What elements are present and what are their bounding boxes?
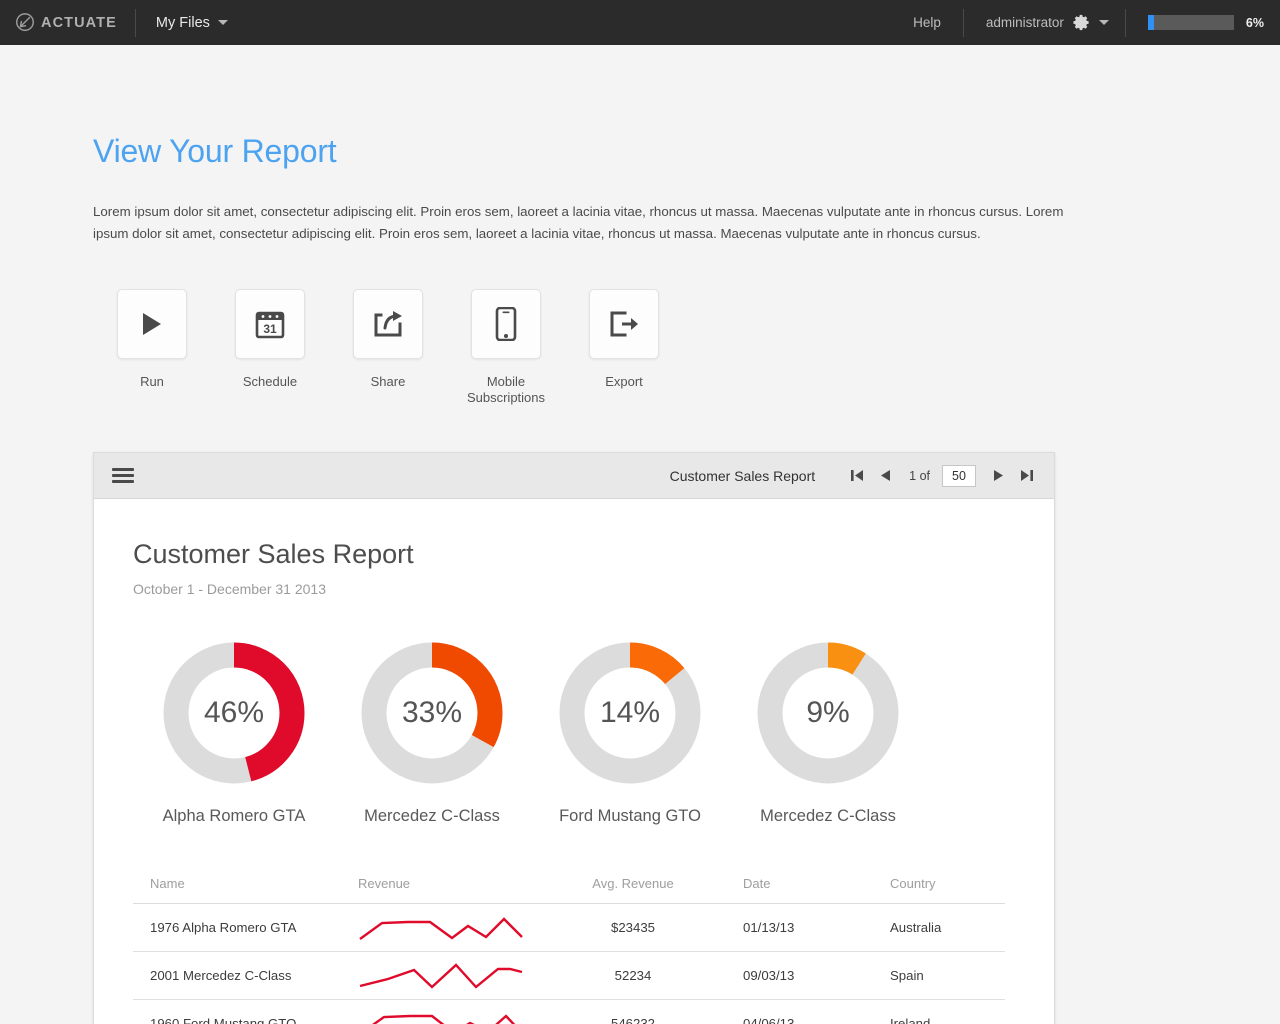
donut-category-label: Mercedez C-Class [760,807,896,825]
donut-mercedez-c-class-1: 33% [358,639,506,787]
share-button[interactable]: Share [329,289,447,390]
cell-revenue-sparkline [345,1009,543,1024]
mobile-subscriptions-button-label: Mobile Subscriptions [466,374,546,405]
next-page-icon[interactable] [984,462,1012,490]
play-icon [139,310,165,338]
user-name-label: administrator [985,15,1064,30]
my-files-menu[interactable]: My Files [136,0,248,45]
svg-text:31: 31 [263,322,277,336]
previous-page-icon[interactable] [871,462,899,490]
top-navigation-bar: ACTUATE My Files Help administrator 6% [0,0,1280,45]
donut-category-label: Mercedez C-Class [364,807,500,825]
cell-country: Spain [890,968,924,983]
donut-chart: 46% Alpha Romero GTA [135,639,333,826]
cell-name: 1976 Alpha Romero GTA [150,920,297,935]
report-title: Customer Sales Report [133,539,414,569]
mobile-subscriptions-button-tile[interactable] [471,289,541,359]
export-button-label: Export [605,374,643,389]
run-button-label: Run [140,374,164,389]
share-arrow-icon [372,309,404,339]
chevron-down-icon [217,20,228,25]
cell-date: 09/03/13 [743,968,795,983]
cell-avg-revenue: 52234 [614,968,652,983]
cell-avg-revenue: $23435 [610,920,655,935]
progress-track [1147,15,1234,30]
column-header-country: Country [890,876,936,891]
cell-revenue-sparkline [345,961,543,991]
donut-chart: 9% Mercedez C-Class [729,639,927,826]
report-viewer-panel: Customer Sales Report 1 of Customer Sale… [93,452,1055,1024]
schedule-button-label: Schedule [242,374,298,389]
page-description: Lorem ipsum dolor sit amet, consectetur … [93,204,1064,241]
action-buttons-row: Run 31 Schedule Share Mobile Subscriptio… [93,289,1280,406]
actuate-logo-text: ACTUATE [41,14,117,31]
help-link[interactable]: Help [891,0,963,45]
donut-chart: 14% Ford Mustang GTO [531,639,729,826]
cell-revenue-sparkline [345,913,543,943]
schedule-button-tile[interactable]: 31 [235,289,305,359]
my-files-label: My Files [155,14,210,31]
export-arrow-icon [608,309,640,339]
donut-value-label: 46% [203,696,265,729]
cell-date: 04/06/13 [743,1016,795,1024]
donut-chart-group: 46% Alpha Romero GTA 33% Mercedez C-Clas… [133,639,1009,826]
cell-country: Ireland [890,1016,931,1024]
report-body: Customer Sales Report October 1 - Decemb… [94,499,1054,1024]
share-button-label: Share [370,374,406,389]
actuate-logo[interactable]: ACTUATE [0,0,135,45]
export-button[interactable]: Export [565,289,683,390]
cell-country: Australia [890,920,942,935]
donut-chart: 33% Mercedez C-Class [333,639,531,826]
donut-value-label: 14% [599,696,661,729]
topbar-right-group: Help administrator 6% [891,0,1280,45]
last-page-icon[interactable] [1012,462,1040,490]
column-header-avg-revenue: Avg. Revenue [592,876,674,891]
column-header-revenue: Revenue [358,876,411,891]
mobile-subscriptions-button[interactable]: Mobile Subscriptions [447,289,565,406]
schedule-button[interactable]: 31 Schedule [211,289,329,390]
report-date-range: October 1 - December 31 2013 [133,581,326,597]
donut-value-label: 33% [401,696,463,729]
donut-alpha-romero-gta: 46% [160,639,308,787]
cell-name: 2001 Mercedez C-Class [150,968,292,983]
table-row[interactable]: 1960 Ford Mustang GTO 546232 04/06/13 Ir… [133,1000,1005,1024]
export-button-tile[interactable] [589,289,659,359]
run-button-tile[interactable] [117,289,187,359]
donut-ford-mustang-gto: 14% [556,639,704,787]
first-page-icon[interactable] [843,462,871,490]
page-indicator-text: 1 of [909,468,930,483]
topbar-left-group: ACTUATE My Files [0,0,248,45]
donut-mercedez-c-class-2: 9% [754,639,902,787]
cell-date: 01/13/13 [743,920,795,935]
mobile-phone-icon [495,307,517,341]
page-title: View Your Report [93,133,337,169]
progress-fill [1147,15,1154,30]
donut-category-label: Ford Mustang GTO [559,807,701,825]
page-number-input[interactable] [942,464,976,487]
report-toolbar: Customer Sales Report 1 of [94,453,1054,499]
progress-indicator: 6% [1126,15,1280,30]
pagination-controls: Customer Sales Report 1 of [670,462,1040,490]
column-header-name: Name [150,876,185,891]
page-content: View Your Report Lorem ipsum dolor sit a… [0,133,1280,1024]
hamburger-menu-icon[interactable] [112,465,134,486]
report-name-label: Customer Sales Report [669,467,816,484]
share-button-tile[interactable] [353,289,423,359]
gear-icon[interactable] [1072,13,1091,32]
calendar-31-icon: 31 [254,308,286,340]
table-row[interactable]: 2001 Mercedez C-Class 52234 09/03/13 Spa… [133,952,1005,1000]
progress-percent-label: 6% [1245,15,1264,30]
chevron-down-icon [1098,20,1109,25]
run-button[interactable]: Run [93,289,211,390]
actuate-swoosh-icon [14,12,36,34]
donut-category-label: Alpha Romero GTA [162,807,306,825]
table-row[interactable]: 1976 Alpha Romero GTA $23435 01/13/13 Au… [133,904,1005,952]
table-header-row: Name Revenue Avg. Revenue Date Country [133,876,1005,904]
cell-avg-revenue: 546232 [610,1016,655,1024]
user-account-menu[interactable]: administrator [964,13,1125,32]
cell-name: 1960 Ford Mustang GTO [150,1016,297,1024]
donut-value-label: 9% [806,696,850,729]
sales-data-table: Name Revenue Avg. Revenue Date Country 1… [133,876,1005,1024]
column-header-date: Date [743,876,771,891]
